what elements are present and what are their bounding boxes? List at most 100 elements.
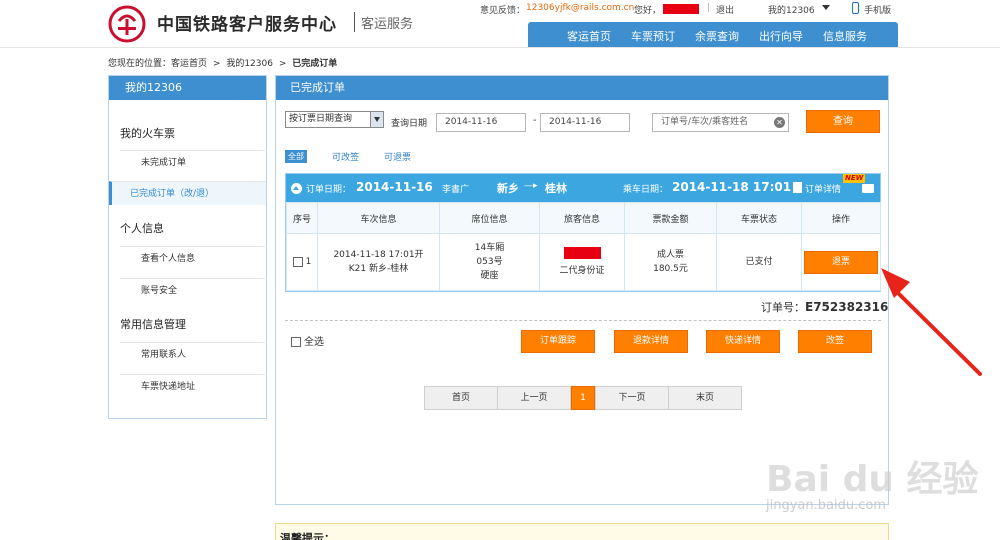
page-prev[interactable]: 上一页 [497, 386, 571, 410]
sidebar-item-address[interactable]: 车票快递地址 [120, 374, 265, 398]
column-header: 车次信息 [317, 202, 440, 234]
date-from-input[interactable]: 2014-11-16 [436, 113, 526, 132]
select-all-control[interactable]: 全选 [291, 333, 324, 348]
order-date: 2014-11-16 [356, 180, 433, 194]
panel-title: 已完成订单 [276, 76, 888, 100]
refund-button[interactable]: 退票 [804, 250, 878, 274]
order-detail-link[interactable]: 订单详情 [805, 182, 841, 195]
column-header: 旅客信息 [539, 202, 625, 234]
my12306-menu[interactable]: 我的12306 [768, 3, 815, 16]
breadcrumb-my12306[interactable]: 我的12306 [226, 59, 273, 69]
page-next[interactable]: 下一页 [595, 386, 669, 410]
ticket-table: 序号 车次信息 席位信息 旅客信息 票款金额 车票状态 操作 1 2014-11… [286, 202, 881, 291]
date-to-input[interactable]: 2014-11-16 [540, 113, 630, 132]
price-cell: 成人票 180.5元 [624, 233, 717, 291]
breadcrumb-home[interactable]: 您现在的位置：客运首页 [108, 59, 207, 69]
column-header: 车票状态 [716, 202, 802, 234]
site-subtitle: 客运服务 [361, 17, 414, 32]
page-last[interactable]: 末页 [668, 386, 742, 410]
select-all-label: 全选 [304, 337, 324, 348]
seat-car: 14车厢 [474, 243, 505, 253]
table-header-row: 序号 车次信息 席位信息 旅客信息 票款金额 车票状态 操作 [286, 202, 881, 234]
query-type-select[interactable]: 按订票日期查询 [285, 111, 384, 128]
breadcrumb-sep: > [212, 59, 221, 69]
train-route: K21 新乡-桂林 [348, 264, 409, 274]
order-number-value: E752382316 [805, 300, 889, 314]
search-input[interactable]: 订单号/车次/乘客姓名 ✕ [652, 113, 789, 132]
ticket-price: 180.5元 [653, 264, 688, 274]
passenger-info-cell: 二代身份证 [539, 233, 625, 291]
nav-home[interactable]: 客运首页 [567, 28, 611, 44]
train-info-cell: 2014-11-18 17:01开 K21 新乡-桂林 [317, 233, 440, 291]
sidebar-item-contacts[interactable]: 常用联系人 [120, 342, 265, 366]
railway-logo-icon[interactable] [108, 5, 146, 43]
sidebar: 我的12306 我的火车票 未完成订单 已完成订单（改/退） 个人信息 查看个人… [108, 75, 267, 419]
filter-refundable-tab[interactable]: 可退票 [384, 150, 411, 163]
query-date-label: 查询日期 [391, 119, 428, 129]
site-header: 中国铁路客户服务中心 客运服务 意见反馈： 12306yjfk@rails.co… [0, 0, 1000, 48]
watermark-brand: Bai du 经验 [766, 459, 979, 500]
column-header: 票款金额 [624, 202, 717, 234]
printer-icon[interactable] [862, 184, 874, 193]
new-badge: NEW [843, 174, 866, 183]
search-button[interactable]: 查询 [806, 110, 880, 133]
seat-type: 硬座 [480, 271, 499, 281]
order-header-bar: 订单日期： 2014-11-16 李書广 新乡 —▸ 桂林 乘车日期： 2014… [286, 174, 880, 202]
seat-number: 053号 [476, 257, 503, 267]
row-index-cell: 1 [286, 233, 318, 291]
action-cell: 退票 [801, 233, 881, 291]
ticket-type: 成人票 [656, 250, 684, 260]
ticket-status: 已支付 [716, 233, 802, 291]
refund-details-button[interactable]: 退款详情 [614, 330, 688, 353]
row-index: 1 [305, 257, 312, 267]
collapse-icon[interactable] [291, 183, 302, 194]
baidu-watermark: Bai du 经验 jingyan.baidu.com [758, 440, 998, 530]
depart-label: 乘车日期： [623, 185, 669, 195]
table-row: 1 2014-11-18 17:01开 K21 新乡-桂林 14车厢 053号 … [286, 233, 881, 291]
row-checkbox[interactable] [292, 256, 303, 267]
booker-name: 李書广 [442, 185, 470, 195]
column-header: 席位信息 [439, 202, 540, 234]
filter-changeable-tab[interactable]: 可改签 [332, 150, 359, 163]
nav-booking[interactable]: 车票预订 [631, 28, 675, 44]
nav-availability[interactable]: 余票查询 [695, 28, 739, 44]
feedback-email-link[interactable]: 12306yjfk@rails.com.cn [526, 3, 634, 13]
clear-icon[interactable]: ✕ [774, 117, 785, 128]
order-tracking-button[interactable]: 订单跟踪 [521, 330, 595, 353]
depart-time: 2014-11-18 17:01 [672, 180, 792, 194]
order-date-label: 订单日期： [306, 185, 352, 195]
mobile-version-link[interactable]: 手机版 [864, 3, 891, 16]
mobile-phone-icon[interactable] [852, 2, 859, 14]
greeting-text: 您好， [634, 6, 662, 16]
sidebar-group-personal: 个人信息 [120, 222, 164, 235]
chevron-down-icon[interactable] [370, 112, 383, 127]
change-ticket-button[interactable]: 改签 [798, 330, 872, 353]
delivery-details-button[interactable]: 快递详情 [706, 330, 780, 353]
order-card: 订单日期： 2014-11-16 李書广 新乡 —▸ 桂林 乘车日期： 2014… [285, 173, 881, 292]
order-number: 订单号：E752382316 [761, 299, 888, 315]
sidebar-item-security[interactable]: 账号安全 [120, 278, 265, 302]
page-first[interactable]: 首页 [424, 386, 498, 410]
route-to: 桂林 [545, 182, 567, 195]
select-all-checkbox[interactable] [291, 337, 301, 347]
order-number-label: 订单号： [761, 301, 805, 314]
route-arrow: —▸ [524, 181, 538, 191]
chevron-down-icon[interactable] [822, 5, 830, 10]
sidebar-item-unfinished-orders[interactable]: 未完成订单 [120, 150, 265, 174]
nav-info-service[interactable]: 信息服务 [823, 28, 867, 44]
filter-all-tab[interactable]: 全部 [285, 150, 307, 163]
divider: | [707, 3, 711, 13]
sidebar-group-common: 常用信息管理 [120, 318, 186, 331]
page-current[interactable]: 1 [571, 386, 595, 410]
title-divider [354, 12, 355, 32]
query-type-value: 按订票日期查询 [289, 114, 353, 124]
document-icon[interactable] [793, 182, 802, 193]
seat-info-cell: 14车厢 053号 硬座 [439, 233, 540, 291]
route-from: 新乡 [497, 182, 519, 195]
sidebar-item-view-info[interactable]: 查看个人信息 [120, 246, 265, 270]
divider [285, 320, 881, 321]
column-header: 操作 [801, 202, 881, 234]
logout-link[interactable]: 退出 [716, 3, 734, 16]
sidebar-item-finished-orders[interactable]: 已完成订单（改/退） [109, 181, 266, 205]
nav-travel-guide[interactable]: 出行向导 [759, 28, 803, 44]
